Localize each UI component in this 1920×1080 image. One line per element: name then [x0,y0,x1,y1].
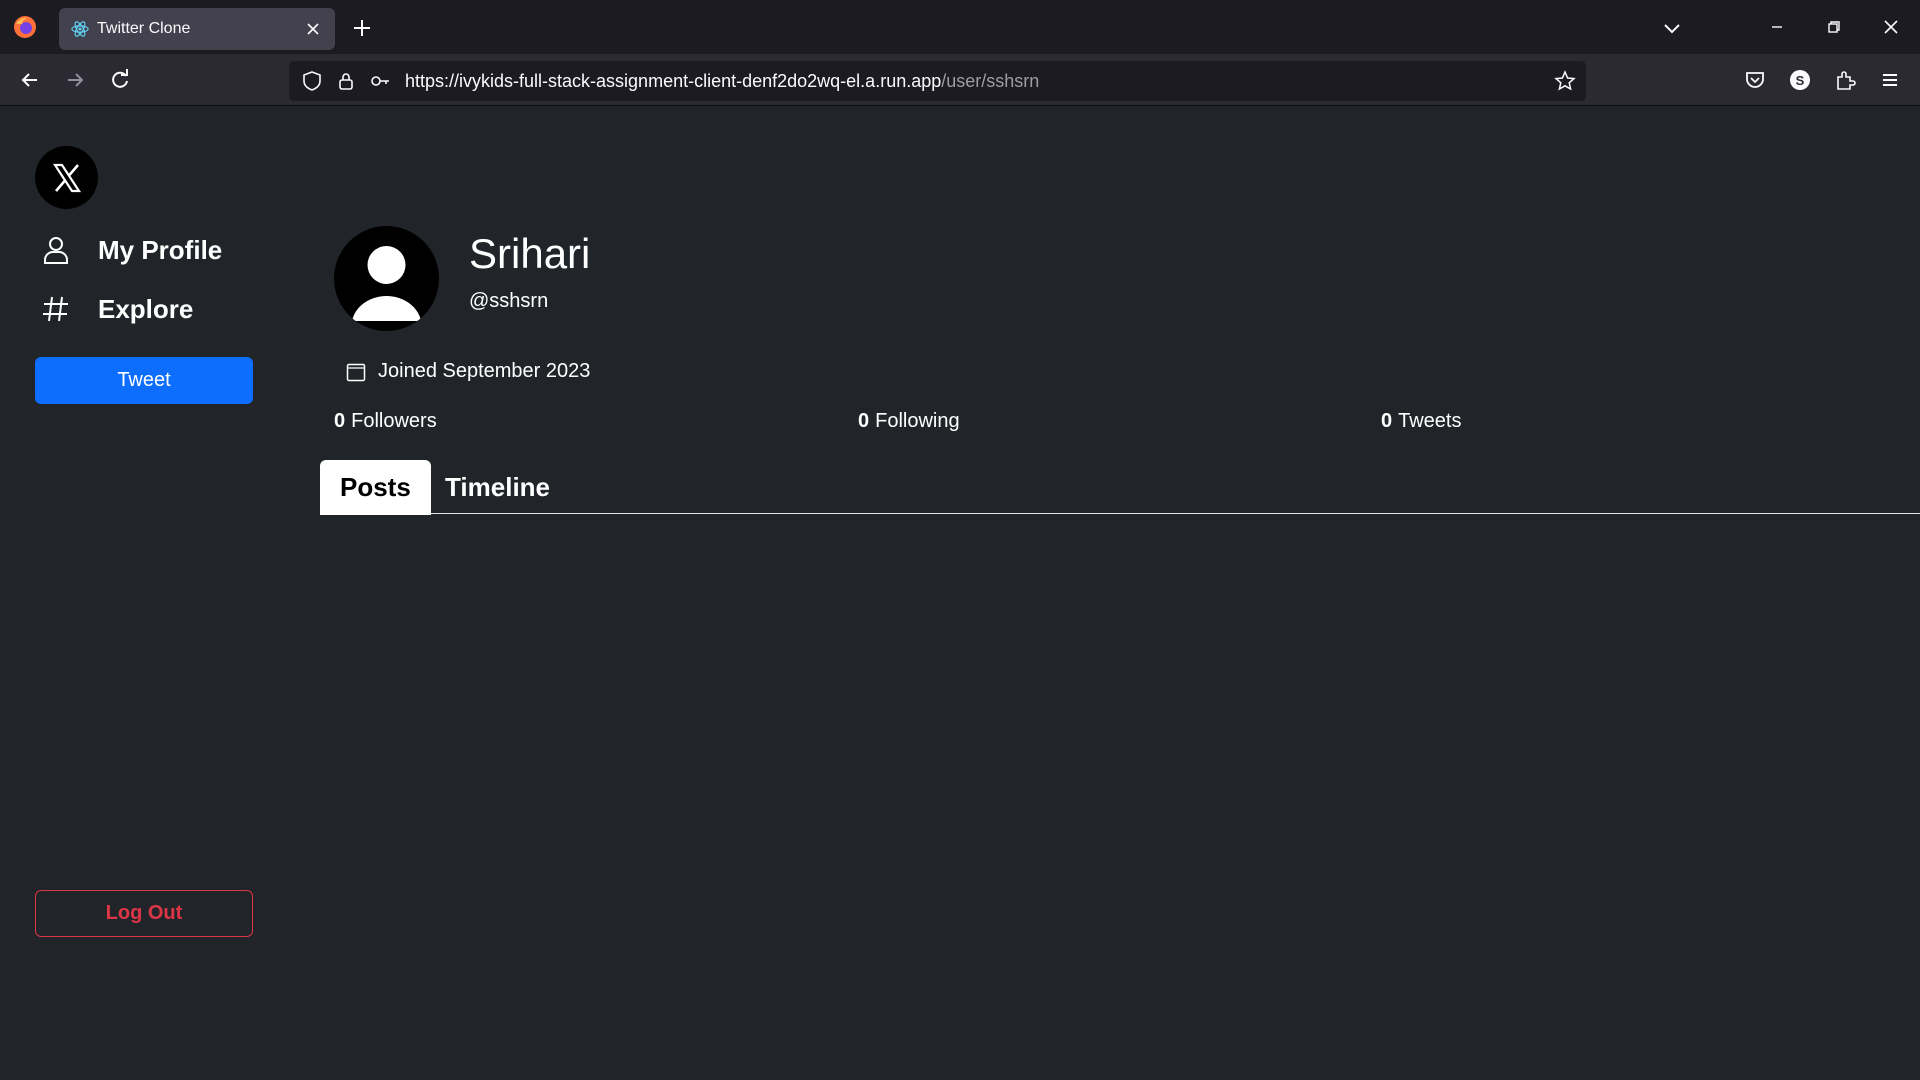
tweets-label: Tweets [1398,410,1462,432]
shield-icon[interactable] [301,70,323,92]
following-stat[interactable]: 0 Following [858,410,960,433]
avatar [334,226,439,331]
back-icon[interactable] [17,67,43,93]
restore-icon[interactable] [1821,14,1847,40]
x-logo[interactable] [35,146,98,209]
react-icon [71,21,89,37]
tweet-button[interactable]: Tweet [35,357,253,404]
url-bar[interactable]: https://ivykids-full-stack-assignment-cl… [289,61,1586,101]
tab-timeline[interactable]: Timeline [425,460,570,515]
tab-list-chevron-icon[interactable] [1660,16,1684,40]
bookmark-star-icon[interactable] [1554,70,1576,92]
pocket-icon[interactable] [1742,67,1768,93]
key-icon[interactable] [369,70,391,92]
sidebar-item-label: Explore [98,293,194,324]
browser-tab-bar: Twitter Clone [0,0,1920,54]
tab-close-icon[interactable] [303,19,323,39]
menu-icon[interactable] [1877,67,1903,93]
tweets-count: 0 [1381,410,1393,432]
tab-posts[interactable]: Posts [320,460,431,515]
browser-nav-bar: https://ivykids-full-stack-assignment-cl… [0,54,1920,106]
page-content: My Profile Explore Tweet Log Out Srihari… [0,106,1920,1080]
joined-date: Joined September 2023 [346,360,590,383]
account-icon[interactable]: S [1787,67,1813,93]
extensions-icon[interactable] [1832,67,1858,93]
lock-icon[interactable] [335,70,357,92]
x-logo-icon [52,163,81,192]
user-icon [44,237,68,264]
following-count: 0 [858,410,870,432]
default-avatar-icon [352,246,421,321]
reload-icon[interactable] [107,67,133,93]
logout-button[interactable]: Log Out [35,890,253,937]
profile-name: Srihari [469,230,591,277]
sidebar-item-label: My Profile [98,234,223,265]
sidebar-item-my-profile[interactable]: My Profile [40,234,222,266]
followers-label: Followers [351,410,437,432]
new-tab-icon[interactable] [349,15,375,41]
followers-count: 0 [334,410,346,432]
hash-icon [43,296,68,322]
url-host: https://ivykids-full-stack-assignment-cl… [405,70,942,91]
profile-tabs: Posts Timeline [320,454,1920,515]
tab-title: Twitter Clone [97,20,191,37]
svg-text:S: S [1796,73,1805,88]
tweets-stat[interactable]: 0 Tweets [1381,410,1461,433]
forward-icon[interactable] [62,67,88,93]
close-window-icon[interactable] [1878,14,1904,40]
following-label: Following [875,410,960,432]
url-text: https://ivykids-full-stack-assignment-cl… [405,71,1039,92]
sidebar-item-explore[interactable]: Explore [40,293,193,325]
joined-text: Joined September 2023 [378,360,591,382]
url-path: /user/sshsrn [941,70,1040,91]
minimize-icon[interactable] [1764,14,1790,40]
followers-stat[interactable]: 0 Followers [334,410,437,433]
browser-tab[interactable]: Twitter Clone [59,8,335,50]
profile-handle: @sshsrn [469,290,549,312]
firefox-icon[interactable] [12,14,38,40]
calendar-icon [346,363,366,381]
